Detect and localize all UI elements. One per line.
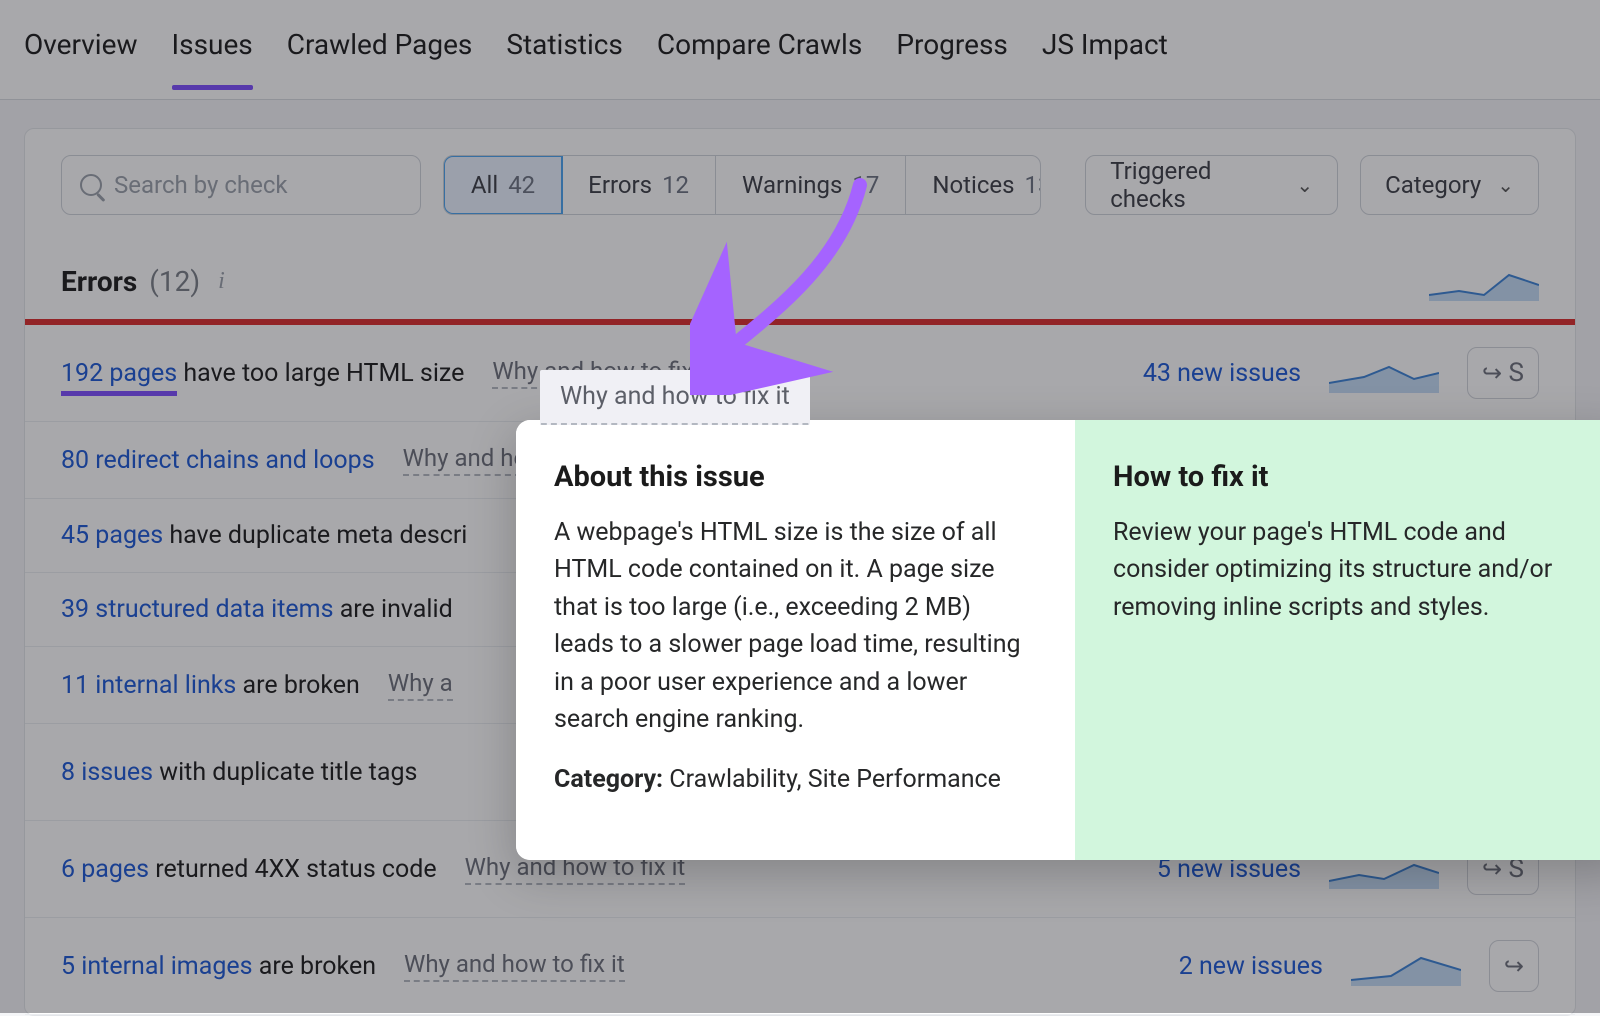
tooltip-about-column: About this issue A webpage's HTML size i…: [516, 420, 1075, 860]
issue-link[interactable]: 45 pages: [61, 521, 163, 550]
issue-text: 45 pages have duplicate meta descri: [61, 521, 467, 550]
issue-rest: have too large HTML size: [177, 359, 464, 388]
tooltip-category-label: Category:: [554, 765, 663, 794]
errors-section-header: Errors (12) i: [25, 243, 1575, 319]
segment-all[interactable]: All 42: [443, 155, 563, 215]
tab-js-impact[interactable]: JS Impact: [1042, 28, 1168, 89]
search-placeholder: Search by check: [114, 171, 288, 199]
why-link[interactable]: Why a: [388, 669, 453, 701]
new-issues-link[interactable]: 43 new issues: [1143, 359, 1301, 388]
why-link[interactable]: Why and how to fix it: [404, 950, 625, 982]
tooltip-about-title: About this issue: [554, 456, 1037, 500]
severity-segments: All 42 Errors 12 Warnings 17 Notices 13: [443, 155, 1041, 215]
issue-link[interactable]: 192 pages: [61, 359, 177, 396]
segment-label: Notices: [932, 171, 1014, 199]
issue-link[interactable]: 8 issues: [61, 758, 153, 787]
share-icon: ↪: [1482, 359, 1502, 387]
segment-errors[interactable]: Errors 12: [562, 156, 716, 214]
tab-issues[interactable]: Issues: [172, 28, 253, 89]
share-icon: ↪: [1504, 952, 1524, 980]
issue-text: 11 internal links are broken: [61, 671, 360, 700]
issue-tooltip: About this issue A webpage's HTML size i…: [516, 420, 1600, 860]
dropdown-label: Triggered checks: [1110, 157, 1280, 213]
issue-link[interactable]: 80 redirect chains and loops: [61, 446, 375, 475]
segment-count: 42: [508, 171, 535, 199]
tab-crawled-pages[interactable]: Crawled Pages: [287, 28, 473, 89]
section-title: Errors: [61, 265, 137, 298]
row-sparkline: [1329, 353, 1439, 393]
chevron-down-icon: ⌄: [1296, 173, 1313, 197]
issue-text: 192 pages have too large HTML size: [61, 359, 464, 388]
segment-notices[interactable]: Notices 13: [906, 156, 1041, 214]
tab-overview[interactable]: Overview: [24, 28, 138, 89]
segment-count: 17: [852, 171, 879, 199]
tab-statistics[interactable]: Statistics: [506, 28, 623, 89]
issue-link[interactable]: 39 structured data items: [61, 595, 334, 624]
search-input[interactable]: Search by check: [61, 155, 421, 215]
search-icon: [80, 174, 102, 196]
tooltip-fix-body: Review your page's HTML code and conside…: [1113, 514, 1596, 627]
issue-rest: are broken: [253, 952, 377, 981]
tab-progress[interactable]: Progress: [896, 28, 1008, 89]
section-sparkline: [1429, 261, 1539, 301]
why-link-highlighted[interactable]: Why and how to fix it: [540, 370, 810, 425]
tab-compare-crawls[interactable]: Compare Crawls: [657, 28, 862, 89]
dropdown-label: Category: [1385, 171, 1481, 199]
row-sparkline: [1351, 946, 1461, 986]
segment-label: All: [471, 171, 498, 199]
issue-rest: are broken: [236, 671, 360, 700]
filters-row: Search by check All 42 Errors 12 Warning…: [25, 155, 1575, 243]
issue-rest: returned 4XX status code: [149, 855, 437, 884]
issue-text: 6 pages returned 4XX status code: [61, 855, 437, 884]
triggered-checks-dropdown[interactable]: Triggered checks ⌄: [1085, 155, 1338, 215]
issue-rest: have duplicate meta descri: [163, 521, 467, 550]
issue-link[interactable]: 11 internal links: [61, 671, 236, 700]
issue-text: 39 structured data items are invalid: [61, 595, 453, 624]
issue-rest: are invalid: [334, 595, 453, 624]
segment-label: Errors: [588, 171, 652, 199]
category-dropdown[interactable]: Category ⌄: [1360, 155, 1539, 215]
segment-warnings[interactable]: Warnings 17: [716, 156, 906, 214]
issue-text: 5 internal images are broken: [61, 952, 376, 981]
segment-label: Warnings: [742, 171, 842, 199]
segment-count: 13: [1025, 171, 1042, 199]
tooltip-category-value: Crawlability, Site Performance: [663, 765, 1001, 794]
share-button[interactable]: ↪: [1489, 940, 1539, 992]
new-issues-link[interactable]: 2 new issues: [1179, 952, 1323, 981]
issue-link[interactable]: 5 internal images: [61, 952, 253, 981]
tooltip-about-body: A webpage's HTML size is the size of all…: [554, 514, 1037, 739]
issue-row: 5 internal images are broken Why and how…: [25, 918, 1575, 1015]
nav-tabs: Overview Issues Crawled Pages Statistics…: [0, 0, 1600, 100]
issue-link[interactable]: 6 pages: [61, 855, 149, 884]
section-count: (12): [149, 265, 200, 298]
issue-text: 8 issues with duplicate title tags: [61, 758, 417, 787]
issue-text: 80 redirect chains and loops: [61, 446, 375, 475]
share-button[interactable]: ↪ S: [1467, 347, 1539, 399]
chevron-down-icon: ⌄: [1497, 173, 1514, 197]
info-icon[interactable]: i: [218, 268, 225, 295]
tooltip-fix-title: How to fix it: [1113, 456, 1596, 500]
issue-rest: with duplicate title tags: [153, 758, 417, 787]
tooltip-category: Category: Crawlability, Site Performance: [554, 761, 1037, 799]
segment-count: 12: [662, 171, 689, 199]
tooltip-fix-column: How to fix it Review your page's HTML co…: [1075, 420, 1600, 860]
